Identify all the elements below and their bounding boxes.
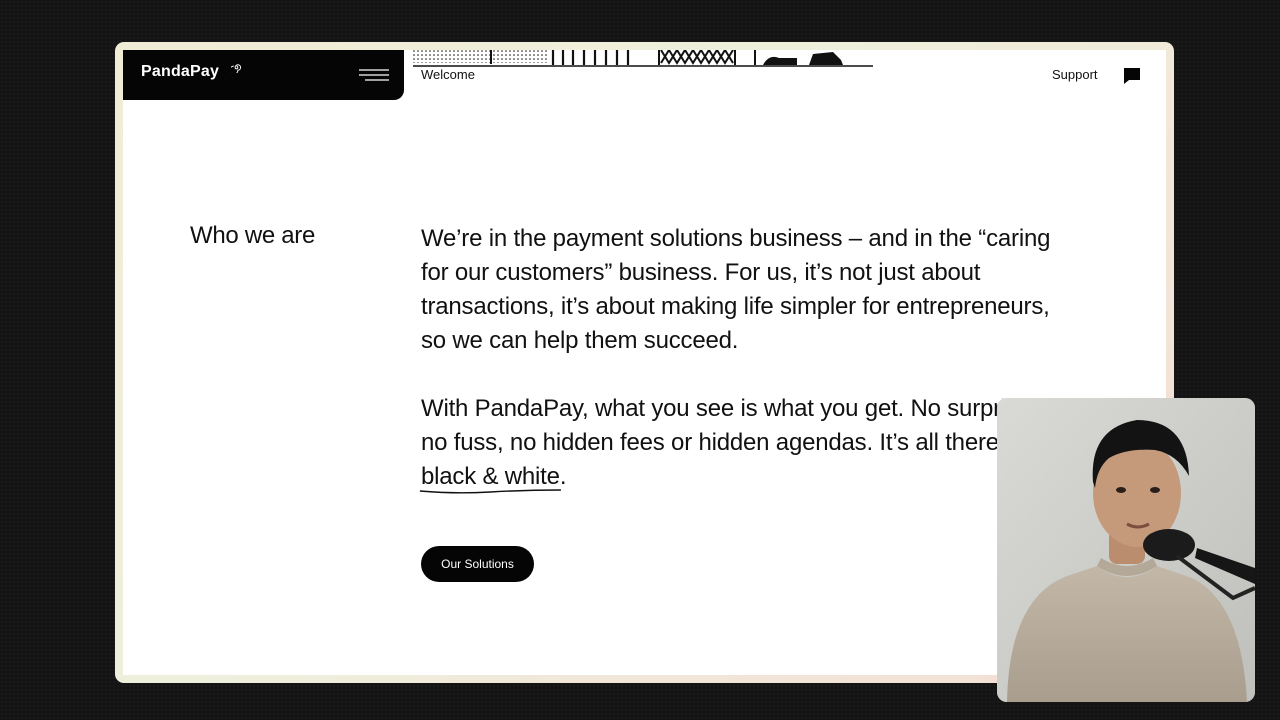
black-white-highlight: black & white — [419, 463, 561, 494]
section-title: Who we are — [190, 222, 316, 249]
swirl-icon — [231, 64, 242, 73]
our-solutions-button[interactable]: Our Solutions — [421, 546, 534, 582]
support-link[interactable]: Support — [1052, 67, 1098, 82]
logo-text[interactable]: PandaPay — [141, 63, 219, 81]
about-paragraph-2: With PandaPay, what you see is what you … — [419, 392, 1061, 494]
paragraph-2-lead: With PandaPay, what you see is what you … — [421, 395, 1050, 456]
paragraph-2-end: . — [559, 463, 567, 490]
presenter-video — [997, 398, 1255, 702]
webcam-overlay — [997, 398, 1255, 702]
about-paragraph-1: We’re in the payment solutions business … — [421, 225, 1051, 354]
brand-bar: PandaPay — [123, 50, 404, 100]
header-illustration — [413, 50, 873, 67]
highlight-text: black & white — [421, 463, 560, 490]
hamburger-menu-icon[interactable] — [359, 68, 389, 82]
about-copy: We’re in the payment solutions business … — [419, 222, 1061, 494]
chat-bubble-icon[interactable] — [1123, 67, 1141, 85]
welcome-link[interactable]: Welcome — [421, 67, 475, 82]
hand-drawn-underline — [419, 489, 561, 494]
